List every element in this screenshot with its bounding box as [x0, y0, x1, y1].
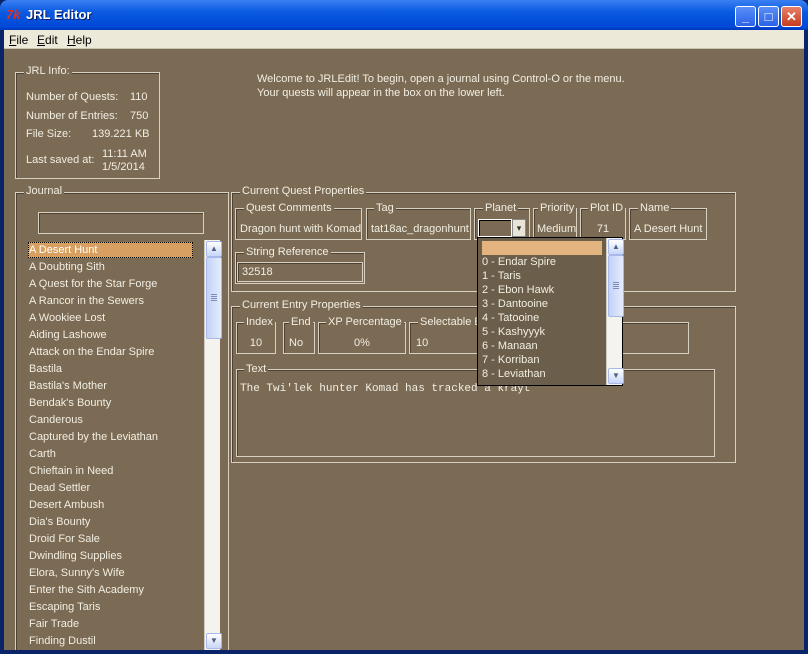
planet-option[interactable]: 0 - Endar Spire	[482, 255, 602, 269]
last-saved-date: 1/5/2014	[102, 161, 145, 173]
file-size-value: 139.221 KB	[92, 128, 150, 140]
quest-list-item[interactable]: Fair Trade	[28, 616, 193, 632]
quest-list-item[interactable]: Bastila's Mother	[28, 378, 193, 394]
quest-properties-label: Current Quest Properties	[240, 185, 367, 197]
close-button[interactable]: ✕	[781, 6, 802, 27]
planet-dropdown-list[interactable]: 0 - Endar Spire 1 - Taris 2 - Ebon Hawk 3 -…	[477, 237, 624, 386]
quest-list-item[interactable]: Dwindling Supplies	[28, 548, 193, 564]
quest-list-scrollbar[interactable]: ▲ ▼	[204, 240, 222, 650]
string-reference-label: String Reference	[244, 246, 331, 258]
journal-search-input[interactable]	[38, 212, 204, 234]
quest-list-item[interactable]: Chieftain in Need	[28, 463, 193, 479]
menu-bar: File Edit Help	[4, 30, 804, 49]
quest-list-item[interactable]: Carth	[28, 446, 193, 462]
priority-label: Priority	[538, 202, 577, 214]
window-title: JRL Editor	[26, 7, 92, 22]
quest-list-item[interactable]: Dead Settler	[28, 480, 193, 496]
index-label: Index	[244, 316, 275, 328]
entry-text-area[interactable]: The Twi'lek hunter Komad has tracked a k…	[240, 383, 710, 453]
quest-list-item[interactable]: A Rancor in the Sewers	[28, 293, 193, 309]
quest-list-item[interactable]: Droid For Sale	[28, 531, 193, 547]
planet-option[interactable]: 4 - Tatooine	[482, 311, 602, 325]
quest-list-items: A Desert Hunt A Doubting Sith A Quest for …	[26, 240, 204, 650]
tag-label: Tag	[374, 202, 396, 214]
quest-list-item[interactable]: Escaping Taris	[28, 599, 193, 615]
scroll-down-button[interactable]: ▼	[206, 633, 222, 649]
quest-list-item[interactable]: A Doubting Sith	[28, 259, 193, 275]
string-reference-input[interactable]: 32518	[237, 262, 363, 282]
planet-option[interactable]	[482, 241, 602, 255]
quest-name-label: Name	[638, 202, 672, 214]
quest-comments-label: Quest Comments	[244, 202, 334, 214]
planet-dropdown-scrollbar[interactable]: ▲ ▼	[606, 238, 624, 385]
quest-list-item[interactable]: Aiding Lashowe	[28, 327, 193, 343]
planet-select[interactable]	[478, 219, 512, 237]
dropdown-scroll-up-button[interactable]: ▲	[608, 239, 624, 255]
scroll-thumb[interactable]	[206, 257, 222, 339]
quest-list-item[interactable]: Desert Ambush	[28, 497, 193, 513]
planet-options: 0 - Endar Spire 1 - Taris 2 - Ebon Hawk 3 -…	[478, 238, 606, 385]
quest-list-item[interactable]: A Wookiee Lost	[28, 310, 193, 326]
quest-list[interactable]: A Desert Hunt A Doubting Sith A Quest for …	[26, 240, 222, 650]
maximize-button[interactable]: □	[758, 6, 779, 27]
entry-properties-label: Current Entry Properties	[240, 299, 363, 311]
planet-dropdown-arrow[interactable]: ▾	[512, 219, 526, 237]
quest-list-item[interactable]: Elora, Sunny's Wife	[28, 565, 193, 581]
jrl-info-label: JRL Info:	[24, 65, 72, 77]
planet-option[interactable]: 3 - Dantooine	[482, 297, 602, 311]
quest-list-item[interactable]: A Desert Hunt	[28, 242, 193, 258]
entries-count-value: 750	[130, 110, 149, 122]
quest-list-item[interactable]: Canderous	[28, 412, 193, 428]
main-window: File Edit Help JRL Info: Number of Quest…	[4, 30, 804, 650]
quest-list-item[interactable]: Finding Dustil	[28, 633, 193, 649]
planet-option[interactable]: 7 - Korriban	[482, 353, 602, 367]
quest-list-item[interactable]: Captured by the Leviathan	[28, 429, 193, 445]
dropdown-scroll-thumb[interactable]	[608, 255, 624, 317]
planet-option[interactable]: 8 - Leviathan	[482, 367, 602, 381]
quest-list-item[interactable]: A Quest for the Star Forge	[28, 276, 193, 292]
scroll-up-button[interactable]: ▲	[206, 241, 222, 257]
last-saved-label: Last saved at:	[26, 154, 95, 166]
file-size-label: File Size:	[26, 128, 72, 140]
end-label: End	[289, 316, 313, 328]
last-saved-time: 11:11 AM	[102, 148, 147, 160]
menu-file[interactable]: File	[9, 33, 28, 47]
minimize-button[interactable]: _	[735, 6, 756, 27]
menu-help[interactable]: Help	[67, 33, 92, 47]
planet-option[interactable]: 6 - Manaan	[482, 339, 602, 353]
dropdown-scroll-down-button[interactable]: ▼	[608, 368, 624, 384]
quest-list-item[interactable]: Bastila	[28, 361, 193, 377]
planet-option[interactable]: 1 - Taris	[482, 269, 602, 283]
entries-count-label: Number of Entries:	[26, 110, 118, 122]
quest-list-item[interactable]: Enter the Sith Academy	[28, 582, 193, 598]
title-bar: 7k JRL Editor _ □ ✕	[0, 0, 808, 30]
menu-edit[interactable]: Edit	[37, 33, 58, 47]
quest-list-item[interactable]: Dia's Bounty	[28, 514, 193, 530]
app-icon[interactable]: 7k	[6, 8, 22, 22]
quests-count-label: Number of Quests:	[26, 91, 119, 103]
quests-count-value: 110	[130, 91, 148, 103]
entry-text-label: Text	[244, 363, 269, 375]
welcome-line-2: Your quests will appear in the box on th…	[257, 87, 505, 99]
planet-option[interactable]: 2 - Ebon Hawk	[482, 283, 602, 297]
plot-id-label: Plot ID	[588, 202, 626, 214]
quest-list-item[interactable]: Attack on the Endar Spire	[28, 344, 193, 360]
quest-list-item[interactable]: Bendak's Bounty	[28, 395, 193, 411]
planet-label: Planet	[483, 202, 519, 214]
selectable-entry-label: Selectable E	[418, 316, 484, 328]
journal-label: Journal	[24, 185, 65, 197]
welcome-line-1: Welcome to JRLEdit! To begin, open a jou…	[257, 73, 625, 85]
xp-percentage-label: XP Percentage	[326, 316, 404, 328]
planet-option[interactable]: 5 - Kashyyyk	[482, 325, 602, 339]
